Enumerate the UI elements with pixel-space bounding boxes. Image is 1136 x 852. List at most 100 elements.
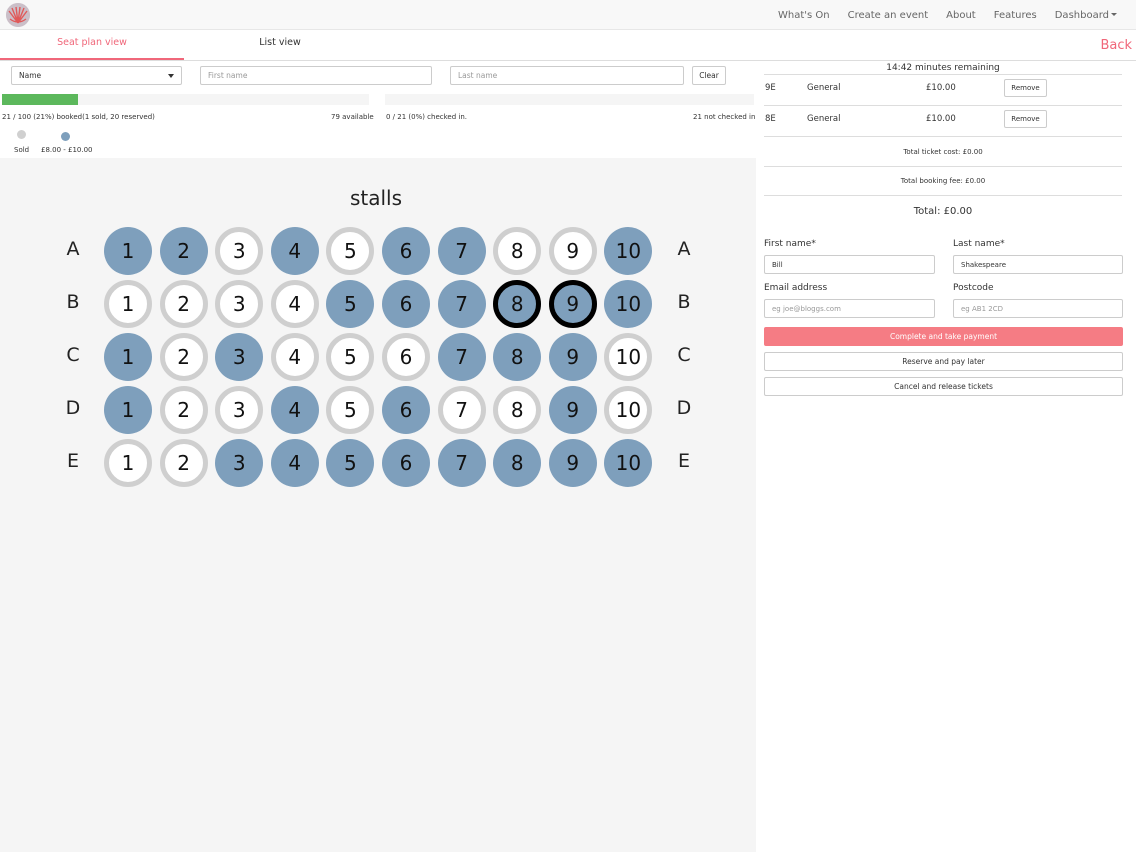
last-name-search-input[interactable] (450, 66, 684, 85)
seat-number: 3 (232, 398, 246, 422)
seat-c-2[interactable]: 2 (159, 333, 208, 381)
seat-c-7[interactable]: 7 (437, 333, 486, 381)
seat-c-6[interactable]: 6 (382, 333, 430, 381)
seat-b-6[interactable]: 6 (382, 280, 430, 328)
seat-number: 7 (455, 345, 468, 369)
seat-e-7[interactable]: 7 (437, 439, 486, 487)
seat-d-8[interactable]: 8 (493, 386, 542, 434)
seat-d-1[interactable]: 1 (104, 386, 152, 434)
nav-create-event[interactable]: Create an event (848, 10, 929, 21)
seat-c-5[interactable]: 5 (326, 333, 375, 381)
seat-d-6[interactable]: 6 (382, 386, 430, 434)
seat-number: 3 (232, 451, 246, 475)
ticket-price: £10.00 (926, 83, 956, 93)
seat-d-4[interactable]: 4 (270, 386, 319, 434)
seat-a-5[interactable]: 5 (326, 227, 375, 275)
nav-about[interactable]: About (946, 10, 976, 21)
seat-c-9[interactable]: 9 (548, 333, 597, 381)
seat-e-9[interactable]: 9 (548, 439, 597, 487)
tab-seat-plan-view[interactable]: Seat plan view (0, 30, 184, 60)
seat-a-4[interactable]: 4 (270, 227, 319, 275)
seat-c-8[interactable]: 8 (493, 333, 542, 381)
legend-price-label: £8.00 - £10.00 (41, 146, 93, 154)
seat-e-1[interactable]: 1 (104, 439, 152, 487)
seat-d-2[interactable]: 2 (159, 386, 208, 434)
seat-d-5[interactable]: 5 (326, 386, 375, 434)
nav-features[interactable]: Features (994, 10, 1037, 21)
seat-number: 5 (344, 239, 357, 263)
nav-dashboard[interactable]: Dashboard (1055, 10, 1117, 21)
seat-b-1[interactable]: 1 (104, 280, 152, 328)
logo-icon[interactable] (6, 3, 30, 27)
remove-ticket-button[interactable]: Remove (1004, 110, 1047, 128)
seat-number: 1 (121, 398, 135, 422)
seat-e-2[interactable]: 2 (159, 439, 208, 487)
seat-number: 6 (399, 239, 413, 263)
seat-number: 1 (121, 345, 135, 369)
first-name-field[interactable] (764, 255, 935, 274)
caret-down-icon (1111, 13, 1117, 16)
seat-e-6[interactable]: 6 (382, 439, 430, 487)
seat-d-10[interactable]: 10 (604, 386, 653, 434)
email-field[interactable] (764, 299, 935, 318)
ticket-row: 9E General £10.00 Remove (764, 75, 1122, 106)
seat-number: 4 (288, 292, 302, 316)
seat-number: 5 (344, 398, 357, 422)
row-label-d-left: D (65, 397, 81, 419)
seat-e-8[interactable]: 8 (493, 439, 542, 487)
seat-b-4[interactable]: 4 (270, 280, 319, 328)
postcode-field[interactable] (953, 299, 1123, 318)
seat-number: 6 (399, 292, 413, 316)
tab-list-view[interactable]: List view (188, 30, 372, 60)
seat-a-9[interactable]: 9 (548, 227, 597, 275)
seat-e-4[interactable]: 4 (270, 439, 319, 487)
checkin-progress-bar (385, 94, 754, 105)
seat-e-10[interactable]: 10 (604, 439, 653, 487)
cancel-release-button[interactable]: Cancel and release tickets (764, 377, 1123, 396)
row-label-b-right: B (677, 291, 691, 313)
search-field-select[interactable]: Name (11, 66, 182, 85)
complete-payment-button[interactable]: Complete and take payment (764, 327, 1123, 346)
last-name-field[interactable] (953, 255, 1123, 274)
seat-b-8[interactable]: 8 (493, 280, 542, 328)
seat-d-7[interactable]: 7 (437, 386, 486, 434)
seat-b-9[interactable]: 9 (548, 280, 597, 328)
seat-a-1[interactable]: 1 (104, 227, 152, 275)
seat-number: 10 (615, 451, 642, 475)
seat-c-3[interactable]: 3 (215, 333, 264, 381)
seat-number: 8 (510, 451, 524, 475)
first-name-search-input[interactable] (200, 66, 432, 85)
seat-number: 10 (615, 345, 642, 369)
seat-a-6[interactable]: 6 (382, 227, 430, 275)
seat-d-3[interactable]: 3 (215, 386, 264, 434)
seat-e-3[interactable]: 3 (215, 439, 264, 487)
seat-b-2[interactable]: 2 (159, 280, 208, 328)
clear-button[interactable]: Clear (692, 66, 726, 85)
seat-b-5[interactable]: 5 (326, 280, 375, 328)
seat-a-7[interactable]: 7 (437, 227, 486, 275)
seat-c-4[interactable]: 4 (270, 333, 319, 381)
seat-a-2[interactable]: 2 (159, 227, 208, 275)
seat-c-1[interactable]: 1 (104, 333, 152, 381)
seat-c-10[interactable]: 10 (604, 333, 653, 381)
seat-number: 4 (288, 398, 302, 422)
seat-d-9[interactable]: 9 (548, 386, 597, 434)
ticket-seat: 8E (765, 114, 776, 124)
reserve-pay-later-button[interactable]: Reserve and pay later (764, 352, 1123, 371)
seat-b-7[interactable]: 7 (437, 280, 486, 328)
seat-number: 2 (177, 345, 190, 369)
seat-number: 8 (510, 239, 524, 263)
seat-e-5[interactable]: 5 (326, 439, 375, 487)
back-link[interactable]: Back (1100, 38, 1132, 53)
seat-a-8[interactable]: 8 (493, 227, 542, 275)
seat-a-10[interactable]: 10 (604, 227, 653, 275)
seat-a-3[interactable]: 3 (215, 227, 264, 275)
email-label: Email address (764, 283, 828, 293)
reservation-timer: 14:42 minutes remaining (764, 61, 1122, 75)
seat-b-3[interactable]: 3 (215, 280, 264, 328)
booked-progress-fill (2, 94, 78, 105)
seat-b-10[interactable]: 10 (604, 280, 653, 328)
remove-ticket-button[interactable]: Remove (1004, 79, 1047, 97)
nav-dashboard-label: Dashboard (1054, 9, 1109, 21)
nav-whats-on[interactable]: What's On (778, 10, 830, 21)
